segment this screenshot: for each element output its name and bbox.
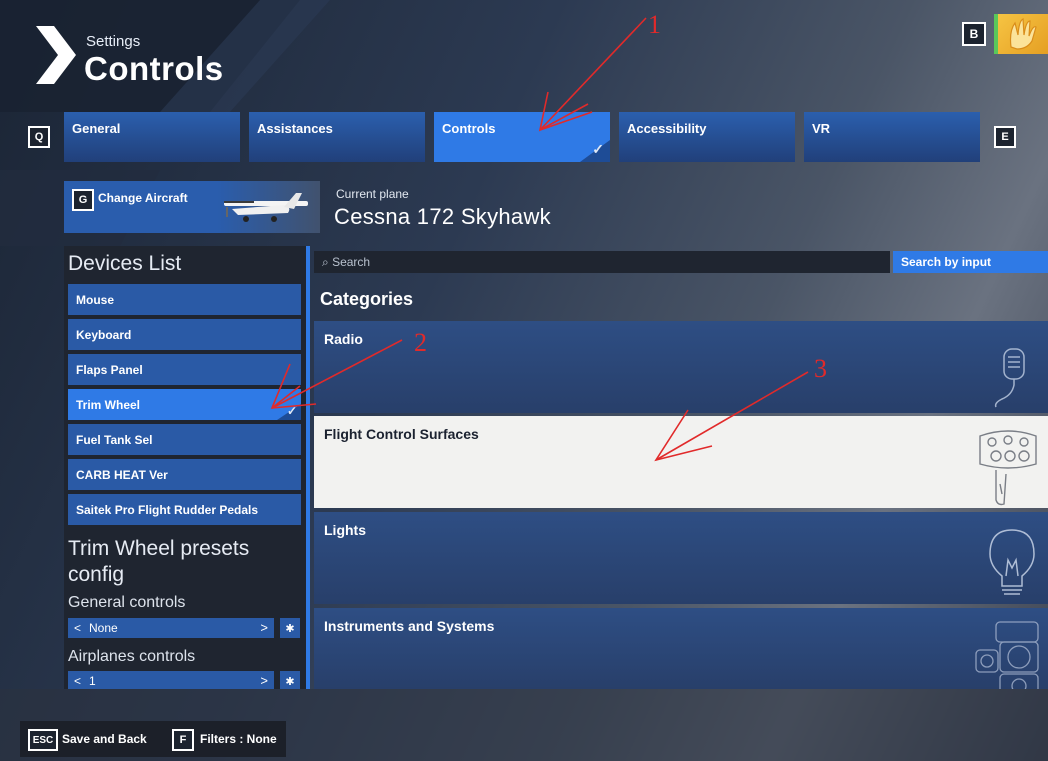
search-input[interactable]: ⌕ Search (314, 251, 890, 273)
device-label: Fuel Tank Sel (76, 433, 153, 447)
device-label: CARB HEAT Ver (76, 468, 168, 482)
device-item-mouse[interactable]: Mouse (68, 284, 301, 315)
device-label: Flaps Panel (76, 363, 143, 377)
checkmark-icon: ✓ (592, 141, 604, 157)
devices-panel: Devices List Mouse Keyboard Flaps Panel … (64, 246, 308, 689)
categories-title: Categories (320, 289, 414, 309)
checkmark-icon: ✓ (286, 404, 297, 418)
airplanes-controls-selector[interactable]: < 1 > (68, 671, 274, 689)
device-label: Keyboard (76, 328, 132, 342)
instruments-icon (975, 621, 1039, 689)
esc-key[interactable]: ESC (28, 729, 58, 751)
tab-accessibility[interactable]: Accessibility (619, 112, 795, 162)
tab-label: Accessibility (627, 121, 707, 136)
tab-controls[interactable]: Controls ✓ (434, 112, 610, 162)
category-label: Radio (324, 331, 363, 347)
device-label: Saitek Pro Flight Rudder Pedals (76, 503, 259, 517)
tab-assistances[interactable]: Assistances (249, 112, 425, 162)
bottom-action-bar: ESC Save and Back F Filters : None (20, 721, 286, 757)
general-controls-selector[interactable]: < None > (68, 618, 274, 638)
avatar-hand-icon (1009, 18, 1037, 50)
presets-config-title: Trim Wheel presets config (68, 537, 250, 586)
yoke-icon (979, 430, 1037, 506)
filters-key[interactable]: F (172, 729, 194, 751)
general-controls-value: None (89, 621, 118, 635)
save-and-back-button[interactable]: Save and Back (62, 732, 147, 746)
tab-label: VR (812, 121, 831, 136)
page-title: Controls (84, 50, 224, 87)
tab-label: Assistances (257, 121, 333, 136)
category-flight-control-surfaces[interactable]: Flight Control Surfaces (314, 416, 1048, 508)
device-item-fuel-tank-sel[interactable]: Fuel Tank Sel (68, 424, 301, 455)
tab-general[interactable]: General (64, 112, 240, 162)
category-lights[interactable]: Lights (314, 512, 1048, 604)
gear-icon: ✱ (285, 622, 295, 635)
search-by-input-button[interactable]: Search by input (893, 251, 1048, 273)
lightbulb-icon (989, 529, 1035, 595)
header-subtitle: Settings (86, 33, 141, 50)
tab-label: Controls (442, 121, 496, 136)
device-item-keyboard[interactable]: Keyboard (68, 319, 301, 350)
chevron-right-icon[interactable]: > (260, 620, 268, 635)
annotation-number-2: 2 (414, 328, 427, 357)
settings-chevron-logo (36, 26, 76, 84)
device-item-carb-heat[interactable]: CARB HEAT Ver (68, 459, 301, 490)
device-label: Mouse (76, 293, 115, 307)
devices-list-title: Devices List (68, 252, 182, 275)
device-label: Trim Wheel (76, 398, 141, 412)
category-instruments-and-systems[interactable]: Instruments and Systems (314, 608, 1048, 689)
airplanes-controls-label: Airplanes controls (68, 648, 196, 665)
device-item-rudder-pedals[interactable]: Saitek Pro Flight Rudder Pedals (68, 494, 301, 525)
chevron-left-icon[interactable]: < (74, 621, 81, 635)
annotation-number-1: 1 (648, 10, 661, 39)
chevron-left-icon[interactable]: < (74, 674, 81, 688)
device-item-flaps-panel[interactable]: Flaps Panel (68, 354, 301, 385)
category-label: Flight Control Surfaces (324, 426, 479, 442)
filters-button[interactable]: Filters : None (200, 732, 277, 746)
current-plane-label: Current plane (336, 187, 409, 201)
search-placeholder: Search (332, 255, 371, 269)
change-aircraft-label: Change Aircraft (98, 191, 188, 205)
current-plane-name: Cessna 172 Skyhawk (334, 204, 551, 229)
category-label: Lights (324, 522, 366, 538)
chevron-right-icon[interactable]: > (260, 673, 268, 688)
category-label: Instruments and Systems (324, 618, 495, 634)
profile-key-hint[interactable]: B (962, 22, 986, 46)
change-aircraft-button[interactable]: G Change Aircraft (64, 181, 320, 233)
airplanes-controls-gear-button[interactable]: ✱ (280, 671, 300, 689)
general-controls-gear-button[interactable]: ✱ (280, 618, 300, 638)
panel-divider (306, 246, 310, 689)
search-icon: ⌕ (322, 255, 329, 269)
change-aircraft-key: G (72, 189, 94, 211)
prev-tab-key[interactable]: Q (28, 126, 50, 148)
airplanes-controls-value: 1 (89, 674, 96, 688)
general-controls-label: General controls (68, 594, 186, 611)
annotation-number-3: 3 (814, 354, 827, 383)
aircraft-thumbnail (224, 193, 308, 222)
tab-vr[interactable]: VR (804, 112, 980, 162)
gear-icon: ✱ (285, 675, 295, 688)
user-avatar[interactable] (994, 14, 1048, 54)
device-item-trim-wheel[interactable]: Trim Wheel ✓ (68, 389, 301, 420)
microphone-icon (994, 348, 1025, 408)
next-tab-key[interactable]: E (994, 126, 1016, 148)
tab-label: General (72, 121, 121, 136)
